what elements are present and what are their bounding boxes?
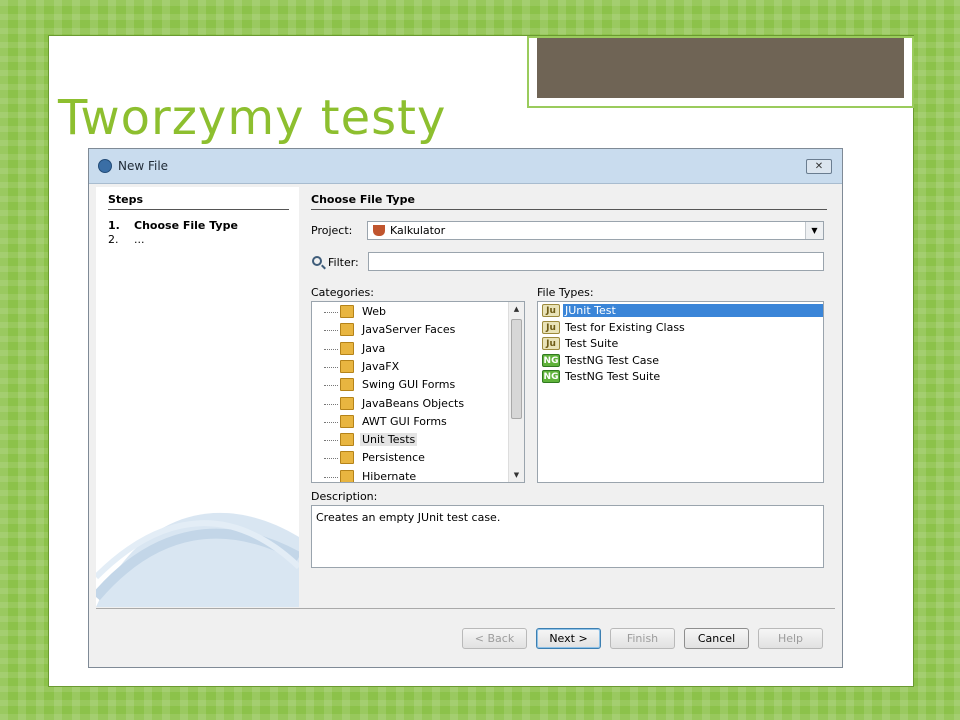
file-type-item[interactable]: NG TestNG Test Suite (540, 369, 823, 385)
footer-separator (96, 608, 835, 609)
junit-icon: Ju (542, 304, 560, 317)
steps-panel: Steps 1. Choose File Type 2.... (96, 187, 299, 607)
file-type-item[interactable]: Ju Test for Existing Class (540, 320, 823, 336)
category-label: JavaServer Faces (362, 323, 456, 337)
slide-title: Tworzymy testy (58, 90, 447, 146)
tree-connector (324, 312, 338, 313)
description-label: Description: (311, 490, 378, 503)
file-types-label: File Types: (537, 286, 594, 299)
step-1: 1. Choose File Type (108, 219, 238, 232)
tree-connector (324, 476, 338, 478)
photo-frame (527, 36, 914, 108)
category-label: JavaBeans Objects (362, 396, 465, 410)
category-label: Web (362, 305, 386, 318)
netbeans-icon (98, 159, 112, 173)
file-type-label: JUnit Test (563, 304, 823, 317)
categories-scrollbar[interactable]: ▲ ▼ (508, 302, 524, 482)
next-button[interactable]: Next > (536, 628, 601, 649)
chevron-down-icon[interactable]: ▼ (805, 222, 823, 239)
java-project-icon (373, 225, 385, 236)
testng-icon: NG (542, 353, 560, 367)
file-type-item[interactable]: Ju JUnit Test (540, 303, 823, 319)
filter-label: Filter: (328, 256, 359, 269)
categories-label: Categories: (311, 286, 374, 299)
tree-connector (324, 458, 338, 460)
search-icon (312, 256, 322, 266)
back-button[interactable]: < Back (462, 628, 527, 649)
finish-button[interactable]: Finish (610, 628, 675, 649)
category-label: Hibernate (362, 469, 417, 483)
category-label: Persistence (362, 451, 425, 465)
tree-connector (324, 403, 338, 405)
scroll-down-icon[interactable]: ▼ (509, 468, 524, 482)
folder-icon (340, 359, 354, 373)
tree-connector (324, 330, 338, 332)
file-type-item[interactable]: Ju Test Suite (540, 336, 823, 352)
dialog-titlebar[interactable]: New File ✕ (89, 149, 842, 184)
file-type-label: TestNG Test Suite (565, 370, 661, 383)
swirl-graphic (96, 512, 299, 607)
cancel-button[interactable]: Cancel (684, 628, 749, 649)
file-type-label: Test for Existing Class (565, 320, 685, 334)
file-types-list[interactable]: Ju JUnit Test Ju Test for Existing Class Ju T… (537, 301, 824, 483)
steps-heading: Steps (108, 193, 144, 206)
filter-input[interactable] (368, 252, 824, 271)
close-icon[interactable]: ✕ (806, 159, 832, 174)
folder-icon (340, 323, 354, 337)
folder-icon (340, 396, 354, 410)
file-type-item[interactable]: NG TestNG Test Case (540, 353, 823, 369)
testng-icon: NG (542, 370, 560, 383)
folder-icon (340, 305, 354, 318)
junit-icon: Ju (542, 320, 560, 334)
file-type-label: TestNG Test Case (565, 353, 659, 367)
folder-icon (340, 378, 354, 392)
tree-connector (324, 421, 338, 423)
category-label: Swing GUI Forms (362, 378, 456, 392)
scroll-up-icon[interactable]: ▲ (509, 302, 524, 316)
dialog-title: New File (118, 159, 169, 173)
file-type-label: Test Suite (565, 337, 619, 350)
folder-icon (340, 451, 354, 465)
tree-connector (324, 385, 338, 387)
project-label: Project: (311, 224, 353, 237)
category-label: Java (362, 341, 386, 355)
step-2: 2.... (108, 233, 145, 246)
project-combo[interactable]: Kalkulator ▼ (367, 221, 824, 240)
junit-icon: Ju (542, 337, 560, 350)
folder-icon (340, 341, 354, 355)
folder-icon (340, 414, 354, 428)
categories-list[interactable]: Web JavaServer Faces Java JavaFX Swing GUI F… (311, 301, 525, 483)
tree-connector (324, 366, 338, 368)
main-heading: Choose File Type (311, 193, 415, 206)
tree-connector (324, 348, 338, 350)
tree-connector (324, 440, 338, 442)
category-label: Unit Tests (360, 433, 418, 447)
main-panel: Choose File Type Project: Kalkulator ▼ F… (307, 187, 827, 607)
folder-icon (340, 469, 354, 482)
help-button[interactable]: Help (758, 628, 823, 649)
folder-icon (340, 433, 354, 447)
description-box: Creates an empty JUnit test case. (311, 505, 824, 568)
new-file-dialog: New File ✕ Steps 1. Choose File Type 2...… (88, 148, 843, 668)
category-label: JavaFX (362, 359, 400, 373)
category-label: AWT GUI Forms (362, 414, 447, 428)
scroll-thumb[interactable] (511, 319, 522, 419)
photo-placeholder (537, 38, 904, 98)
project-value: Kalkulator (390, 224, 446, 237)
